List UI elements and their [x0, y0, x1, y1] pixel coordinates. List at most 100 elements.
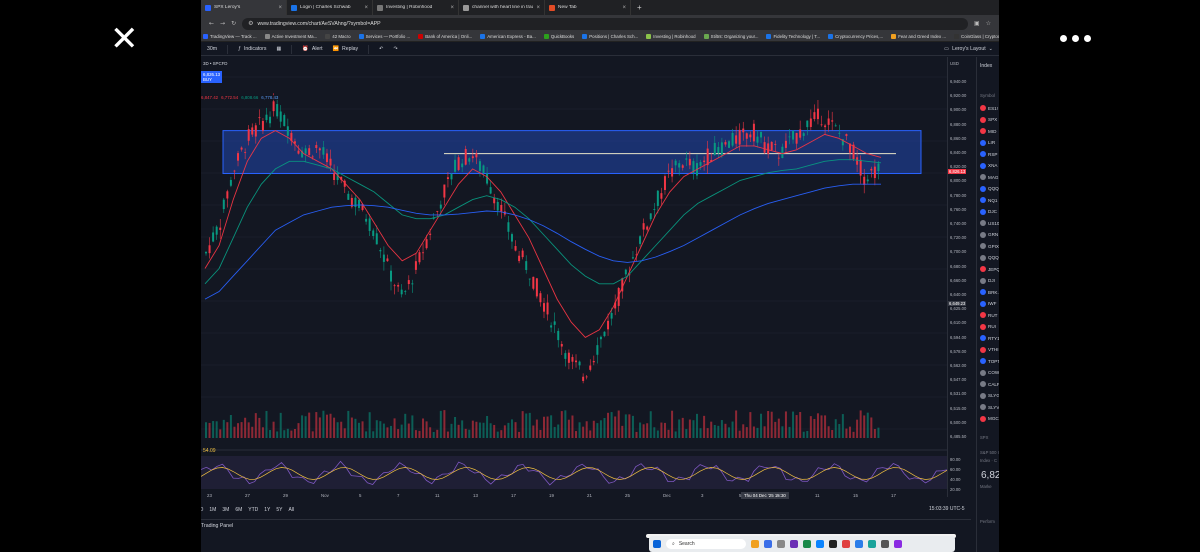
watchlist-row[interactable]: JEPQ — [980, 266, 999, 272]
tab-close-icon[interactable]: × — [450, 5, 454, 11]
mini-price-badge[interactable]: 6,826.13 BUY — [201, 71, 223, 83]
price-axis[interactable]: USD 6,940.00 6,920.00 6,900.00 6,880.00 6,86… — [947, 57, 971, 497]
watchlist-row[interactable]: RTY1 — [980, 335, 999, 341]
range-button[interactable]: 5D — [201, 507, 203, 513]
symbol-column-header[interactable]: Symbol — [980, 93, 995, 98]
bookmark-item[interactable]: Positions | Charles Sch... — [582, 34, 638, 39]
reload-icon[interactable]: ↻ — [231, 20, 236, 27]
watchlist-row[interactable]: RSP — [980, 151, 997, 157]
browser-tab[interactable]: Investing | Robinhood × — [373, 0, 459, 15]
bookmark-item[interactable]: American Express - Ba... — [480, 34, 536, 39]
range-button[interactable]: 1M — [209, 507, 216, 513]
interval-button[interactable]: 30m — [207, 46, 217, 52]
site-info-icon[interactable]: ⚙ — [248, 20, 253, 27]
range-button[interactable]: 3M — [222, 507, 229, 513]
app-icon[interactable] — [764, 540, 772, 548]
browser-tab[interactable]: New Tab × — [545, 0, 631, 15]
browser-tab[interactable]: channel with heart line in tradin × — [459, 0, 545, 15]
bookmark-item[interactable]: Active Investment Ma... — [264, 34, 317, 39]
app-icon[interactable] — [829, 540, 837, 548]
watchlist-row[interactable]: COW — [980, 369, 999, 376]
browser-tab[interactable]: Login | Charles Schwab × — [287, 0, 373, 15]
chart-canvas[interactable]: 54.09 — [201, 57, 947, 497]
bookmark-item[interactable]: Bank of America | Onli... — [418, 34, 472, 39]
watchlist-row[interactable]: IWF — [980, 300, 996, 307]
watchlist-row[interactable]: CALF — [980, 381, 999, 387]
alert-button[interactable]: ⏰ Alert — [302, 46, 322, 52]
range-button[interactable]: 1Y — [264, 507, 270, 513]
watchlist-row[interactable]: SLYG — [980, 392, 999, 399]
taskbar-search[interactable]: ⌕ Search — [666, 539, 746, 549]
watchlist-row[interactable]: US10 — [980, 220, 999, 226]
watchlist-row[interactable]: GRN — [980, 231, 998, 238]
range-button[interactable]: All — [289, 507, 295, 513]
tab-close-icon[interactable]: × — [536, 5, 540, 11]
undo-button[interactable]: ↶ — [379, 46, 383, 52]
watchlist-row[interactable]: RUT — [980, 312, 997, 318]
bookmark-star-icon[interactable]: ☆ — [986, 20, 991, 27]
range-button[interactable]: 6M — [235, 507, 242, 513]
bookmark-item[interactable]: Stiltnt: Organizing your... — [703, 34, 758, 39]
app-icon[interactable] — [842, 540, 850, 548]
replay-button[interactable]: ⏪ Replay — [333, 46, 359, 52]
browser-tab[interactable]: SPX Leroy's × — [201, 0, 287, 15]
watchlist-row[interactable]: LIR — [980, 139, 995, 146]
app-icon[interactable] — [751, 540, 759, 548]
redo-button[interactable]: ↷ — [394, 46, 398, 52]
windows-start-icon[interactable] — [653, 540, 661, 548]
tab-close-icon[interactable]: × — [622, 5, 626, 11]
bookmark-item[interactable]: Investing | Robinhood — [646, 34, 696, 39]
price-chart[interactable]: 54.09 3D • SPCFD 6,826.13 BUY 6,847.42 6… — [201, 57, 947, 497]
app-icon[interactable] — [855, 540, 863, 548]
app-icon[interactable] — [790, 540, 798, 548]
bookmark-item[interactable]: Services — Portfolio ... — [358, 34, 410, 39]
templates-button[interactable]: ▦ — [276, 46, 281, 52]
bookmark-item[interactable]: Fidelity Technology | T... — [766, 34, 820, 39]
indicators-button[interactable]: ƒ Indicators — [238, 46, 266, 52]
app-icon[interactable] — [777, 540, 785, 548]
watchlist-row[interactable]: QQQ — [980, 185, 999, 192]
app-icon[interactable] — [803, 540, 811, 548]
close-icon[interactable]: ✕ — [110, 22, 139, 56]
watchlist-row[interactable]: QQQ — [980, 254, 999, 261]
layout-button[interactable]: ▭ Leroy's Layout ⌄ — [944, 46, 993, 52]
bookmark-item[interactable]: 42 Macro — [325, 34, 351, 39]
range-button[interactable]: 5Y — [276, 507, 282, 513]
url-field[interactable]: ⚙ www.tradingview.com/chart/AeSVAhng/?sy… — [242, 17, 968, 30]
time-axis[interactable]: Thu 04 Dec '25 15:30 23 27 29 Nov 5 7 11 13 17 19… — [201, 491, 947, 501]
bookmark-item[interactable]: Cryptocurrency Prices,... — [828, 34, 883, 39]
watchlist-row[interactable]: SLYV — [980, 404, 999, 410]
app-icon[interactable] — [881, 540, 889, 548]
watchlist-row[interactable]: VTHI — [980, 346, 998, 353]
watchlist-row[interactable]: DJC — [980, 208, 997, 215]
bookmark-item[interactable]: QuickBooks — [543, 34, 574, 39]
watchlist-row[interactable]: MGC — [980, 415, 999, 422]
tab-close-icon[interactable]: × — [278, 5, 282, 11]
bookmark-item[interactable]: Fear and Greed Index ... — [891, 34, 946, 39]
back-icon[interactable]: ← — [209, 20, 214, 27]
new-tab-icon[interactable]: + — [631, 3, 642, 12]
watchlist-row[interactable]: MID — [980, 128, 996, 134]
watchlist-header[interactable]: Index — [980, 63, 992, 69]
app-icon[interactable] — [868, 540, 876, 548]
bookmark-item[interactable]: CoinGlass | Cryptocurr... — [954, 34, 999, 39]
bookmark-item[interactable]: TradingView — Track ... — [203, 34, 257, 39]
watchlist-row[interactable]: RUI — [980, 323, 996, 330]
watchlist-row[interactable]: ES1! — [980, 105, 998, 111]
watchlist-row[interactable]: BRK. — [980, 289, 999, 295]
watchlist-row[interactable]: XNA — [980, 162, 997, 169]
watchlist-row[interactable]: DJI — [980, 277, 995, 284]
app-icon[interactable] — [816, 540, 824, 548]
watchlist-row[interactable]: MAG — [980, 174, 998, 180]
watchlist-row[interactable]: SPX — [980, 116, 997, 123]
watchlist-row[interactable]: TOPT — [980, 358, 999, 364]
cast-icon[interactable]: ▣ — [974, 20, 980, 27]
more-dots-icon[interactable] — [1060, 30, 1094, 46]
app-icon[interactable] — [894, 540, 902, 548]
trading-panel-tab[interactable]: Trading Panel — [201, 519, 971, 531]
range-button[interactable]: YTD — [248, 507, 258, 513]
forward-icon[interactable]: → — [220, 20, 225, 27]
tab-close-icon[interactable]: × — [364, 5, 368, 11]
watchlist-row[interactable]: NQ1 — [980, 197, 997, 203]
watchlist-row[interactable]: GPIX — [980, 243, 999, 249]
